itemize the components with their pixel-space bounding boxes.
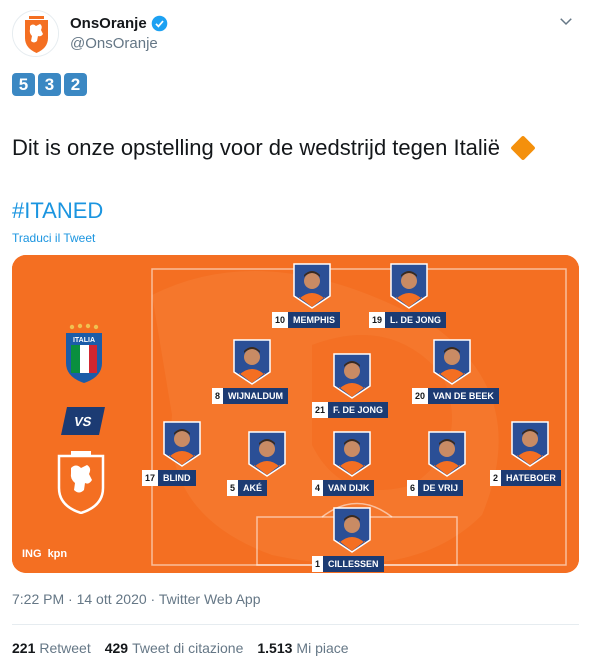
- formation-badge: 5: [12, 73, 35, 96]
- handle[interactable]: @OnsOranje: [70, 35, 158, 52]
- player-name: L. DE JONG: [385, 312, 447, 328]
- avatar[interactable]: [12, 10, 59, 57]
- player-nameplate: 19 L. DE JONG: [369, 312, 447, 328]
- player-name: VAN DIJK: [323, 480, 375, 496]
- knvb-crest-icon: [57, 451, 105, 514]
- player-name: VAN DE BEEK: [428, 388, 499, 404]
- hashtag-link[interactable]: #ITANED: [12, 198, 103, 224]
- sponsor-logos: ING kpn: [22, 548, 67, 560]
- player-name: AKÉ: [238, 480, 268, 496]
- quotes-count: 429: [104, 640, 129, 656]
- player-name: CILLESSEN: [323, 556, 384, 572]
- player-name: MEMPHIS: [288, 312, 341, 328]
- italia-crest-icon: ITALIA: [66, 323, 102, 383]
- player-photo-icon: [433, 339, 471, 385]
- player-number: 21: [312, 402, 329, 418]
- player-photo-icon: [248, 431, 286, 477]
- player-number: 5: [227, 480, 239, 496]
- player-nameplate: 10 MEMPHIS: [272, 312, 341, 328]
- engagement-stats: 221 Retweet 429 Tweet di citazione 1.513 Mi…: [12, 640, 349, 656]
- verified-icon: [151, 15, 168, 32]
- player-number: 4: [312, 480, 324, 496]
- retweets-count: 221: [12, 640, 36, 656]
- player-photo-icon: [390, 263, 428, 309]
- likes-count: 1.513: [257, 640, 293, 656]
- player-nameplate: 6 DE VRIJ: [407, 480, 464, 496]
- player-name: DE VRIJ: [418, 480, 464, 496]
- italia-label: ITALIA: [73, 337, 95, 344]
- player-nameplate: 8 WIJNALDUM: [212, 388, 289, 404]
- divider: [12, 624, 579, 625]
- retweets-stat[interactable]: 221 Retweet: [12, 640, 91, 656]
- player-nameplate: 2 HATEBOER: [490, 470, 561, 486]
- tweet-text-row: Dit is onze opstelling voor de wedstrijd…: [12, 135, 536, 161]
- player-number: 17: [142, 470, 159, 486]
- diamond-icon: [510, 135, 536, 161]
- quotes-label: Tweet di citazione: [132, 640, 244, 656]
- player-photo-icon: [333, 507, 371, 553]
- player-number: 1: [312, 556, 324, 572]
- player-photo-icon: [233, 339, 271, 385]
- formation-badge: 3: [38, 73, 61, 96]
- player-name: HATEBOER: [501, 470, 561, 486]
- player-number: 2: [490, 470, 502, 486]
- player-photo-icon: [511, 421, 549, 467]
- vs-label: VS: [61, 407, 105, 435]
- player-nameplate: 20 VAN DE BEEK: [412, 388, 499, 404]
- knvb-lion-icon: [13, 11, 58, 56]
- player-number: 19: [369, 312, 386, 328]
- tweet-header: OnsOranje @OnsOranje: [12, 10, 579, 58]
- player-nameplate: 4 VAN DIJK: [312, 480, 375, 496]
- caret-down-icon[interactable]: [557, 12, 575, 30]
- player-name: F. DE JONG: [328, 402, 389, 418]
- player-nameplate: 1 CILLESSEN: [312, 556, 384, 572]
- player-photo-icon: [333, 353, 371, 399]
- player-photo-icon: [163, 421, 201, 467]
- player-number: 20: [412, 388, 429, 404]
- formation-badges: 5 3 2: [12, 73, 87, 96]
- player-name: WIJNALDUM: [223, 388, 289, 404]
- translate-link[interactable]: Traduci il Tweet: [12, 231, 95, 245]
- display-name[interactable]: OnsOranje: [70, 15, 147, 32]
- ing-logo: ING: [22, 548, 42, 560]
- lineup-card[interactable]: ITALIA VS ING kpn 10 MEMPHIS 19 L. DE JONG 8…: [12, 255, 579, 573]
- likes-label: Mi piace: [296, 640, 349, 656]
- player-photo-icon: [428, 431, 466, 477]
- quotes-stat[interactable]: 429 Tweet di citazione: [105, 640, 244, 656]
- player-number: 6: [407, 480, 419, 496]
- formation-badge: 2: [64, 73, 87, 96]
- player-nameplate: 21 F. DE JONG: [312, 402, 389, 418]
- tweet-timestamp[interactable]: 7:22 PM · 14 ott 2020 · Twitter Web App: [12, 591, 261, 607]
- kpn-logo: kpn: [47, 548, 68, 560]
- player-nameplate: 17 BLIND: [142, 470, 196, 486]
- retweets-label: Retweet: [39, 640, 91, 656]
- player-name: BLIND: [158, 470, 196, 486]
- player-nameplate: 5 AKÉ: [227, 480, 268, 496]
- player-photo-icon: [293, 263, 331, 309]
- player-number: 8: [212, 388, 224, 404]
- tweet-text: Dit is onze opstelling voor de wedstrijd…: [12, 135, 500, 160]
- likes-stat[interactable]: 1.513 Mi piace: [257, 640, 348, 656]
- player-photo-icon: [333, 431, 371, 477]
- player-number: 10: [272, 312, 289, 328]
